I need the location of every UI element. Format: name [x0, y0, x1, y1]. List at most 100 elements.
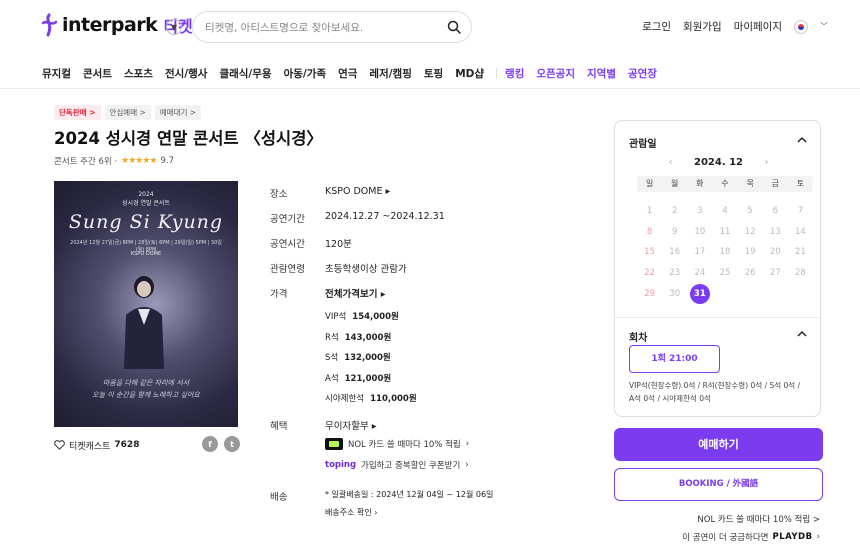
calendar-days: 1 2 3 4 5 6 7 8 9 10 11 12 13 14 15 16 17 18 19 20 21 22 23 24 2…: [637, 201, 813, 305]
header: interpark 티켓 ▼ 로그인 회원가입 마이페이지 ﹀: [0, 0, 860, 56]
nav-sports[interactable]: 스포츠: [124, 66, 153, 81]
nol-card-benefit[interactable]: NOL 카드 쓸 때마다 10% 적립 ›: [325, 438, 469, 450]
waitlist-badge[interactable]: 예매대기 >: [154, 105, 202, 120]
facebook-icon[interactable]: f: [202, 436, 218, 452]
calendar-day: 2: [672, 206, 678, 216]
age-label: 관람연령: [270, 264, 305, 275]
search-input[interactable]: [205, 18, 435, 38]
ticketcast-count: 7628: [114, 440, 140, 450]
session-slot-button[interactable]: 1회 21:00: [629, 345, 720, 373]
language-chevron-icon[interactable]: ﹀: [820, 21, 828, 32]
nav-musical[interactable]: 뮤지컬: [42, 66, 71, 81]
weekday-header: 일 월 화 수 목 금 토: [637, 176, 813, 192]
playdb-logo: PLAYDB: [772, 532, 813, 542]
safe-booking-badge[interactable]: 안심예매 >: [104, 105, 151, 120]
nav-exhibition[interactable]: 전시/행사: [165, 66, 207, 81]
logo-dropdown-icon[interactable]: ▼: [166, 19, 182, 35]
venue-link[interactable]: KSPO DOME ▸: [325, 186, 390, 197]
venue-label: 장소: [270, 189, 288, 200]
price-item-r: R석 143,000원: [325, 332, 392, 343]
logo-mark-icon: [41, 13, 58, 37]
price-item-s: S석 132,000원: [325, 353, 391, 363]
benefit-link[interactable]: 무이자할부 ▸: [325, 418, 377, 432]
rank-text: 콘서트 주간 6위 ·: [54, 157, 118, 167]
calendar-day: 10: [694, 226, 706, 237]
calendar-day: 15: [644, 247, 655, 258]
period-label: 공연기간: [270, 214, 305, 225]
calendar-day: 18: [719, 247, 731, 258]
calendar-day[interactable]: 31: [687, 284, 712, 305]
korea-flag-icon[interactable]: [794, 19, 808, 34]
calendar-day: 11: [719, 226, 731, 237]
nav-region[interactable]: 지역별: [587, 66, 616, 81]
poster-image[interactable]: 2024 성시경 연말 콘서트 Sung Si Kyung 2024년 12월 …: [54, 181, 238, 427]
calendar-day: 4: [722, 206, 728, 216]
toping-benefit[interactable]: toping 가입하고 중복할인 쿠폰받기 ›: [325, 459, 469, 471]
calendar-day: 1: [646, 206, 653, 216]
calendar-day: 5: [747, 206, 753, 216]
poster-venue: KSPO DOME: [130, 251, 162, 257]
singer-figure-icon: [124, 276, 164, 369]
nav-venue[interactable]: 공연장: [628, 66, 657, 81]
nav-leisure[interactable]: 레저/캠핑: [369, 66, 411, 81]
calendar-day: 16: [669, 247, 681, 258]
playdb-link[interactable]: 이 공연이 더 궁금하다면 PLAYDB ›: [682, 531, 820, 543]
nav-toping[interactable]: 토핑: [424, 66, 443, 81]
selected-day[interactable]: 31: [689, 284, 710, 305]
ticketcast-button[interactable]: 티켓캐스트 7628: [54, 439, 139, 452]
book-button[interactable]: 예매하기: [614, 428, 823, 461]
calendar-day: 28: [795, 268, 806, 279]
rank-row: 콘서트 주간 6위 · ★★★★★ 9.7: [54, 155, 174, 167]
playdb-text: 이 공연이 더 궁금하다면: [682, 533, 769, 543]
poster-bottom-text: 마음을 다해 같은 자리에 서서 오늘 이 순간을 함께 노래하고 싶어요: [92, 379, 200, 399]
playdb-chevron-icon: ›: [816, 532, 820, 542]
signup-link[interactable]: 회원가입: [683, 19, 722, 34]
search-icon[interactable]: [447, 20, 461, 34]
calendar-day: 22: [644, 268, 655, 279]
delivery-label: 배송: [270, 492, 288, 503]
top-links: 로그인 회원가입 마이페이지 ﹀: [642, 19, 828, 34]
calendar-day: 9: [672, 226, 678, 237]
foreign-booking-button[interactable]: BOOKING / 外國語: [614, 468, 823, 501]
page-title: 2024 성시경 연말 콘서트 〈성시경〉: [54, 129, 323, 148]
poster-year: 2024 성시경 연말 콘서트: [122, 191, 170, 207]
exclusive-badge[interactable]: 단독판매 >: [54, 105, 101, 120]
delivery-check-link[interactable]: 배송주소 확인 ›: [325, 507, 377, 518]
calendar-day: 30: [669, 288, 681, 299]
price-item-a: A석 121,000원: [325, 373, 392, 384]
nav-kids[interactable]: 아동/가족: [284, 66, 326, 81]
calendar-day: 24: [694, 268, 706, 279]
chevron-up-icon[interactable]: [796, 134, 808, 146]
calendar-day: 29: [644, 288, 655, 299]
period-value: 2024.12.27 ~2024.12.31: [325, 211, 445, 222]
runtime-label: 공연시간: [270, 239, 305, 250]
nav-concert[interactable]: 콘서트: [83, 66, 112, 81]
month-label: 2024. 12: [693, 157, 744, 168]
calendar-day: 25: [719, 268, 731, 279]
brand-name: interpark: [62, 14, 158, 36]
price-item-vip: VIP석 154,000원: [325, 312, 399, 322]
nol-card-promo[interactable]: NOL 카드 쓸 때마다 10% 적립 >: [697, 513, 820, 525]
nav-play[interactable]: 연극: [338, 66, 357, 81]
calendar-day: 7: [797, 206, 804, 216]
session-header: 회차: [629, 333, 648, 344]
calendar-day: 13: [769, 226, 781, 237]
nav-mdshop[interactable]: MD샵: [455, 66, 484, 81]
chevron-up-icon[interactable]: [796, 328, 808, 340]
price-item-limited-view: 시야제한석 110,000원: [325, 394, 417, 404]
price-all-link[interactable]: 전체가격보기 ▸: [325, 286, 386, 300]
nav-classic[interactable]: 클래식/무용: [219, 66, 271, 81]
nav-divider-line: [0, 88, 860, 89]
date-header: 관람일: [629, 139, 657, 150]
calendar-day: 23: [669, 268, 681, 279]
runtime-value: 120분: [325, 239, 352, 250]
next-month-icon[interactable]: ›: [765, 157, 769, 168]
poster-footer: 티켓캐스트 7628 f t: [54, 436, 240, 454]
twitter-icon[interactable]: t: [224, 436, 240, 452]
prev-month-icon[interactable]: ‹: [669, 157, 673, 168]
nav-open-notice[interactable]: 오픈공지: [536, 66, 575, 81]
calendar-day: 21: [795, 247, 806, 258]
nav-ranking[interactable]: 랭킹: [505, 66, 524, 81]
login-link[interactable]: 로그인: [642, 19, 671, 34]
mypage-link[interactable]: 마이페이지: [734, 19, 782, 34]
